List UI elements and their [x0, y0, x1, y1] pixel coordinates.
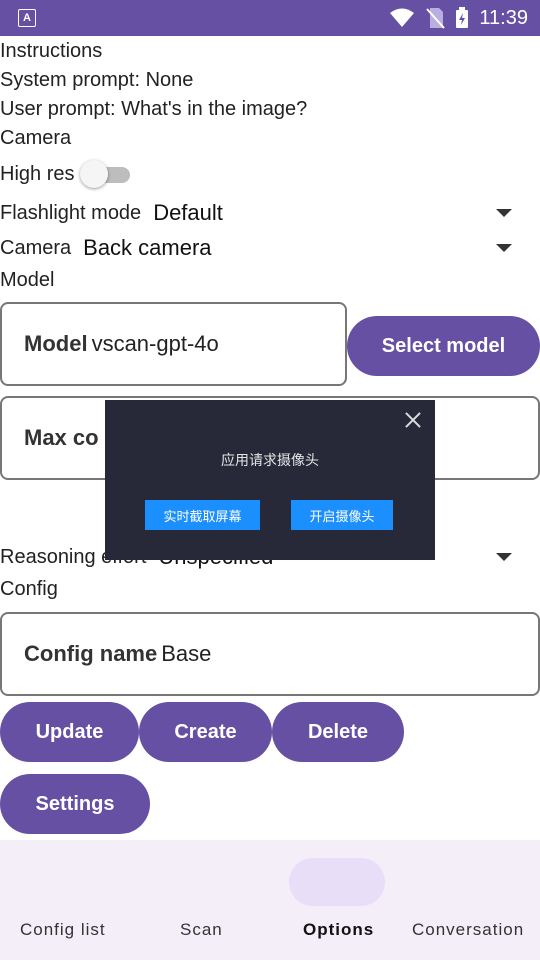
- clock: 11:39: [479, 6, 528, 29]
- nav-item-scan[interactable]: Scan: [180, 920, 223, 940]
- nav-item-conversation[interactable]: Conversation: [412, 920, 524, 940]
- high-res-toggle[interactable]: [80, 159, 132, 189]
- system-prompt-text[interactable]: System prompt: None: [0, 69, 193, 92]
- open-camera-button[interactable]: 开启摄像头: [291, 500, 393, 530]
- model-field-label: Model: [24, 331, 88, 356]
- flashlight-mode-label: Flashlight mode: [0, 201, 142, 224]
- camera-dropdown[interactable]: Camera Back camera: [0, 231, 540, 265]
- dropdown-arrow-icon: [496, 553, 512, 561]
- bottom-navigation: [0, 840, 540, 960]
- instructions-heading: Instructions: [0, 40, 103, 62]
- battery-charging-icon: [456, 7, 469, 28]
- dropdown-arrow-icon: [496, 209, 512, 217]
- camera-value: Back camera: [83, 235, 212, 260]
- settings-button[interactable]: Settings: [0, 774, 150, 834]
- wifi-icon: [390, 8, 415, 27]
- camera-heading: Camera: [0, 127, 72, 149]
- high-res-row: High res: [0, 158, 132, 190]
- max-tokens-label: Max co: [24, 425, 99, 450]
- camera-label: Camera: [0, 236, 72, 259]
- update-button[interactable]: Update: [0, 702, 139, 762]
- app-notification-icon: A: [18, 9, 36, 27]
- model-field-value: vscan-gpt-4o: [91, 331, 219, 356]
- close-icon[interactable]: [403, 410, 423, 430]
- flashlight-mode-value: Default: [153, 200, 223, 225]
- config-name-label: Config name: [24, 641, 158, 666]
- status-icons: 11:39: [389, 0, 528, 36]
- no-sim-icon: [426, 8, 446, 29]
- flashlight-mode-dropdown[interactable]: Flashlight mode Default: [0, 196, 540, 230]
- create-button[interactable]: Create: [139, 702, 272, 762]
- screen-capture-button[interactable]: 实时截取屏幕: [145, 500, 260, 530]
- select-model-button[interactable]: Select model: [347, 316, 540, 376]
- high-res-label: High res: [0, 162, 75, 185]
- delete-button[interactable]: Delete: [272, 702, 404, 762]
- nav-item-options[interactable]: Options: [303, 920, 374, 940]
- config-name-field[interactable]: Config name Base: [0, 612, 540, 696]
- model-heading: Model: [0, 269, 55, 291]
- config-heading: Config: [0, 578, 58, 600]
- camera-request-dialog: 应用请求摄像头 实时截取屏幕 开启摄像头: [105, 400, 435, 560]
- status-bar: A 11:39: [0, 0, 540, 36]
- dialog-message: 应用请求摄像头: [221, 452, 319, 468]
- nav-item-config-list[interactable]: Config list: [20, 920, 106, 940]
- config-name-value: Base: [161, 641, 212, 666]
- dropdown-arrow-icon: [496, 244, 512, 252]
- model-field[interactable]: Model vscan-gpt-4o: [0, 302, 347, 386]
- active-nav-indicator: [289, 858, 385, 906]
- toggle-thumb: [80, 160, 109, 188]
- user-prompt-text[interactable]: User prompt: What's in the image?: [0, 98, 307, 121]
